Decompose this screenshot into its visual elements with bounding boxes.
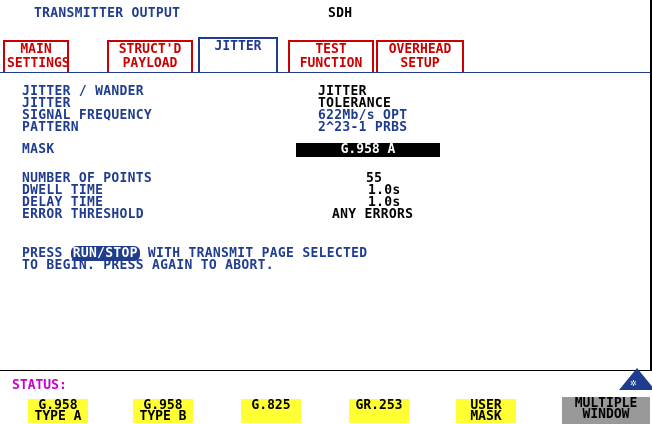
tab-label: PAYLOAD xyxy=(122,56,178,71)
setting-label: PATTERN xyxy=(22,120,79,135)
softkey-label: MASK xyxy=(470,409,502,424)
error-threshold-value[interactable]: ANY ERRORS xyxy=(332,208,413,221)
tab-label: STRUCT'D xyxy=(118,42,182,57)
softkey-label: TYPE B xyxy=(139,409,187,424)
star-icon: ✲ xyxy=(630,376,637,389)
mode-label: SDH xyxy=(328,6,353,21)
instruction-line-2: TO BEGIN. PRESS AGAIN TO ABORT. xyxy=(22,258,274,273)
param-label: ERROR THRESHOLD xyxy=(22,207,144,222)
pattern-value: 2^23-1 PRBS xyxy=(318,120,408,135)
softkey-multiple-window[interactable]: MULTIPLE WINDOW xyxy=(562,397,650,424)
softkey-g958-type-a[interactable]: G.958 TYPE A xyxy=(28,399,88,423)
tab-label: FUNCTION xyxy=(299,56,363,71)
tab-label: OVERHEAD xyxy=(388,42,452,57)
tab-underline xyxy=(0,72,650,73)
setting-label: MASK xyxy=(22,142,55,157)
tab-label: SETUP xyxy=(400,56,440,71)
tab-overhead-setup[interactable]: OVERHEAD SETUP xyxy=(376,40,464,73)
tab-structd-payload[interactable]: STRUCT'D PAYLOAD xyxy=(107,40,193,73)
tab-label: TEST xyxy=(315,42,347,57)
softkey-label: G.825 xyxy=(251,398,291,413)
window-title: TRANSMITTER OUTPUT xyxy=(34,6,181,21)
tab-jitter[interactable]: JITTER xyxy=(198,37,278,73)
softkey-g825[interactable]: G.825 xyxy=(241,399,301,423)
tab-label: JITTER xyxy=(214,39,262,54)
softkey-g958-type-b[interactable]: G.958 TYPE B xyxy=(133,399,193,423)
softkey-label: GR.253 xyxy=(355,398,403,413)
softkey-gr253[interactable]: GR.253 xyxy=(349,399,409,423)
tab-main-settings[interactable]: MAIN SETTINGS xyxy=(3,40,70,73)
softkey-label: TYPE A xyxy=(34,409,82,424)
status-label: STATUS: xyxy=(12,378,67,393)
tab-label: SETTINGS xyxy=(7,56,70,71)
status-divider xyxy=(0,370,652,371)
tab-label: MAIN xyxy=(20,42,52,57)
mask-field[interactable]: G.958 A xyxy=(296,143,440,157)
softkey-user-mask[interactable]: USER MASK xyxy=(456,399,516,423)
tab-test-function[interactable]: TEST FUNCTION xyxy=(288,40,374,73)
